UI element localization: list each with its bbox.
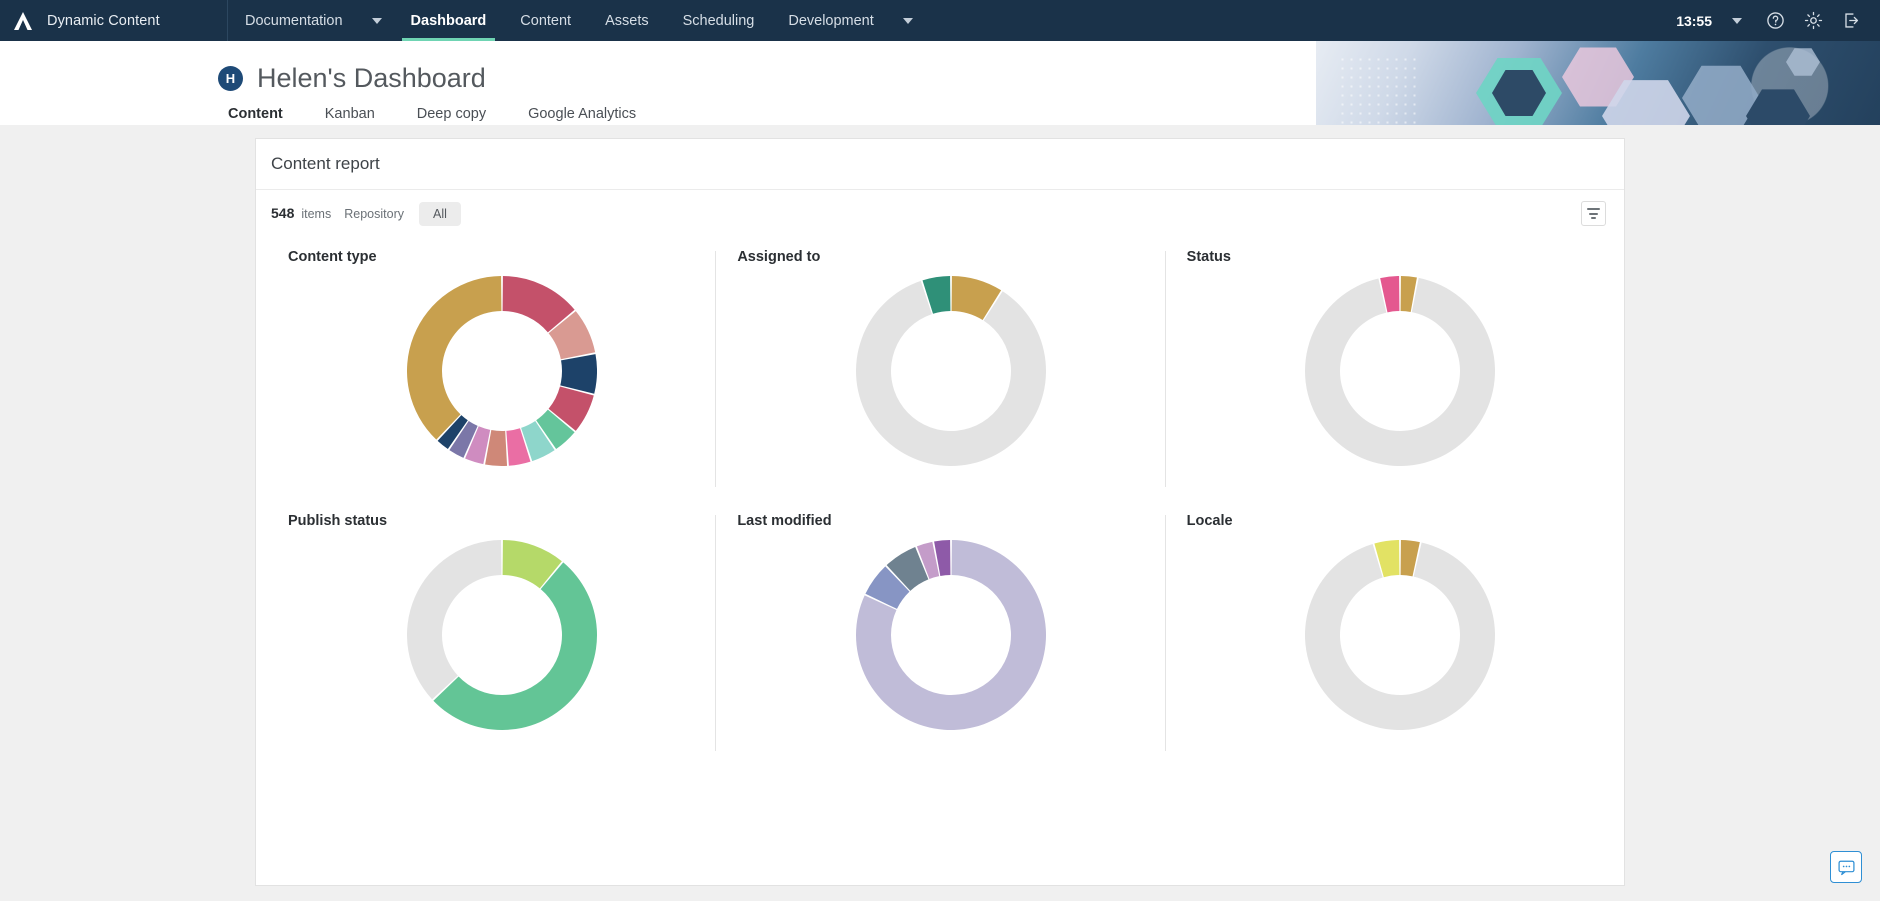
content-stage: Content report 548 items Repository All … bbox=[0, 125, 1880, 901]
chart-cell-locale: Locale bbox=[1164, 501, 1614, 765]
chat-support-icon[interactable] bbox=[1830, 851, 1862, 883]
donut-segment[interactable] bbox=[559, 354, 597, 394]
top-navigation-bar: Dynamic Content Documentation Dashboard … bbox=[0, 0, 1880, 41]
donut-segment[interactable] bbox=[406, 540, 502, 700]
brand-home-link[interactable]: Dynamic Content bbox=[0, 0, 228, 41]
topbar-right-cluster: 13:55 bbox=[1676, 0, 1880, 41]
amplience-triangle-logo bbox=[12, 10, 34, 32]
chevron-down-icon bbox=[1732, 17, 1742, 24]
nav-item-documentation[interactable]: Documentation bbox=[228, 0, 360, 41]
content-report-header: Content report bbox=[256, 139, 1624, 190]
report-filter-bar: 548 items Repository All bbox=[256, 190, 1624, 237]
dashboard-title-row: H Helen's Dashboard bbox=[0, 41, 1880, 94]
chart-title-locale: Locale bbox=[1186, 513, 1233, 529]
repository-filter-label: Repository bbox=[344, 206, 404, 221]
dashboard-tabs: Content Kanban Deep copy Google Analytic… bbox=[0, 106, 1880, 125]
chart-cell-content-type: Content type bbox=[266, 237, 715, 501]
filter-line-1 bbox=[1587, 208, 1600, 210]
chart-cell-last-modified: Last modified bbox=[715, 501, 1164, 765]
main-nav: Documentation Dashboard Content Assets S… bbox=[228, 0, 925, 41]
nav-item-dashboard[interactable]: Dashboard bbox=[394, 0, 504, 41]
chevron-down-icon bbox=[371, 17, 382, 24]
logout-icon[interactable] bbox=[1832, 0, 1870, 41]
chart-cell-publish-status: Publish status bbox=[266, 501, 715, 765]
avatar: H bbox=[218, 66, 243, 91]
filter-icon[interactable] bbox=[1581, 201, 1606, 226]
chart-title-publish-status: Publish status bbox=[288, 513, 388, 529]
donut-publish-status[interactable] bbox=[288, 535, 715, 735]
donut-status[interactable] bbox=[1187, 271, 1614, 471]
tab-google-analytics[interactable]: Google Analytics bbox=[528, 106, 658, 125]
tab-content[interactable]: Content bbox=[228, 106, 305, 125]
documentation-dropdown-caret[interactable] bbox=[360, 0, 394, 41]
development-dropdown-caret[interactable] bbox=[891, 0, 925, 41]
filter-line-3 bbox=[1591, 217, 1596, 219]
dashboard-page-header: H Helen's Dashboard Content Kanban Deep … bbox=[0, 41, 1880, 125]
nav-item-development[interactable]: Development bbox=[771, 0, 890, 41]
donut-last-modified[interactable] bbox=[737, 535, 1164, 735]
donut-segment[interactable] bbox=[855, 280, 1046, 466]
donut-locale[interactable] bbox=[1187, 535, 1614, 735]
charts-grid: Content type Assigned to Status Publish … bbox=[256, 237, 1624, 765]
donut-assigned-to[interactable] bbox=[737, 271, 1164, 471]
clock-label: 13:55 bbox=[1676, 12, 1712, 29]
nav-item-scheduling[interactable]: Scheduling bbox=[666, 0, 772, 41]
chart-cell-status: Status bbox=[1164, 237, 1614, 501]
donut-segment[interactable] bbox=[1305, 277, 1496, 466]
help-circle-icon[interactable] bbox=[1756, 0, 1794, 41]
clock-dropdown-caret[interactable] bbox=[1718, 0, 1756, 41]
item-count-unit: items bbox=[301, 206, 332, 221]
chart-cell-assigned-to: Assigned to bbox=[715, 237, 1164, 501]
chevron-down-icon bbox=[902, 17, 913, 24]
chart-title-last-modified: Last modified bbox=[737, 513, 832, 529]
report-summary: 548 items Repository All bbox=[271, 201, 461, 226]
card-title: Content report bbox=[271, 154, 380, 173]
gear-icon[interactable] bbox=[1794, 0, 1832, 41]
donut-content-type[interactable] bbox=[288, 271, 715, 471]
nav-item-assets[interactable]: Assets bbox=[588, 0, 666, 41]
filter-line-2 bbox=[1589, 212, 1598, 215]
donut-segment[interactable] bbox=[406, 276, 502, 440]
tab-kanban[interactable]: Kanban bbox=[325, 106, 397, 125]
chart-title-content-type: Content type bbox=[288, 249, 377, 265]
chart-title-status: Status bbox=[1186, 249, 1231, 265]
nav-item-content[interactable]: Content bbox=[503, 0, 588, 41]
brand-name-label: Dynamic Content bbox=[47, 12, 160, 29]
item-count: 548 bbox=[271, 204, 295, 221]
chart-title-assigned-to: Assigned to bbox=[737, 249, 821, 265]
tab-deep-copy[interactable]: Deep copy bbox=[417, 106, 508, 125]
repository-filter-chip[interactable]: All bbox=[418, 201, 461, 226]
content-report-card: Content report 548 items Repository All … bbox=[255, 138, 1625, 886]
donut-segment[interactable] bbox=[1305, 542, 1496, 730]
page-title: Helen's Dashboard bbox=[257, 63, 486, 93]
